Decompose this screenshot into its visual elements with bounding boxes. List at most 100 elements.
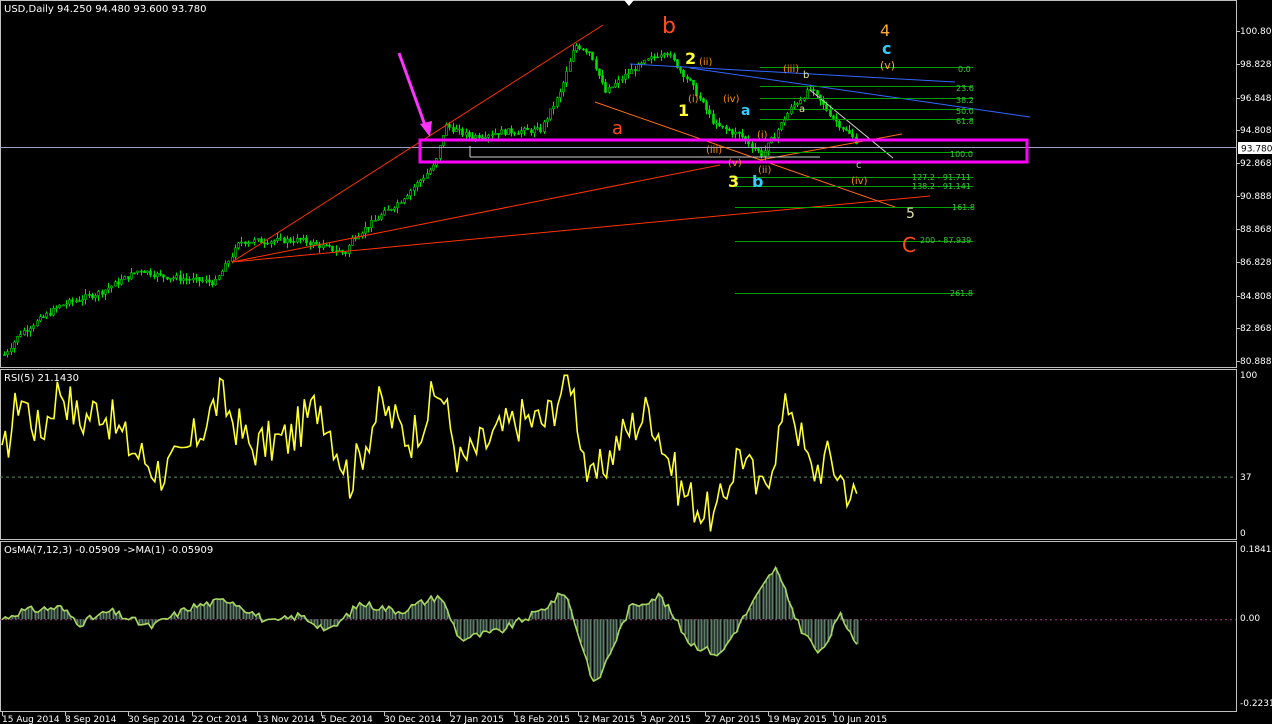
candle-body-16 [55,307,58,309]
candle-body-234 [764,150,767,157]
y-axis-ticks: 100.808 98.828 96.848 94.808 92.868 90.888 88.… [1236,27,1272,709]
candle-body-261 [851,133,854,138]
candle-body-155 [507,128,510,135]
candle-body-192 [627,73,630,75]
candle-body-214 [699,95,702,99]
candle-body-174 [569,61,572,72]
candle-body-5 [19,334,22,337]
candle-body-107 [351,237,354,246]
candle-body-208 [679,67,682,71]
support-highlight-box [418,138,1029,164]
candle-body-118 [387,209,390,211]
candle-body-37 [123,276,126,280]
candle-body-137 [448,124,451,128]
x-tick-label-1: 8 Sep 2014 [65,715,117,724]
candle-body-106 [348,244,351,254]
candle-body-58 [192,277,195,281]
candle-body-52 [172,277,175,280]
candle-body-91 [299,238,302,240]
y-tick-label-0: 100.808 [1240,27,1272,37]
candle-body-210 [686,76,689,80]
candle-body-79 [260,238,263,243]
candle-body-38 [127,276,130,280]
candle-body-4 [16,336,19,343]
candle-body-19 [65,303,68,306]
x-tick-label-5: 5 Dec 2014 [321,715,373,724]
candle-body-14 [49,313,52,316]
candle-body-63 [208,279,211,283]
candle-body-111 [364,227,367,234]
candle-body-66 [218,275,221,280]
candle-body-54 [179,275,182,281]
candle-body-36 [120,279,123,285]
candle-body-171 [559,91,562,98]
candle-body-151 [494,133,497,136]
wave-label-c-red: C [902,233,916,257]
candle-body-77 [253,239,256,243]
candle-body-239 [780,122,783,130]
y-tick-label-9: 82.868 [1240,324,1272,334]
candle-body-201 [656,56,659,59]
candle-body-48 [159,273,162,276]
candle-body-225 [734,131,737,135]
candle-body-68 [224,263,227,272]
candle-body-99 [325,244,328,247]
wave-label-ii-bot: (ii) [758,165,771,176]
osma-tick-label-1: 0.00 [1240,614,1260,624]
candle-body-8 [29,328,32,332]
candle-body-101 [331,245,334,252]
candle-body-199 [650,56,653,60]
rsi-panel-title: RSI(5) 21.1430 [4,373,79,384]
candle-body-69 [227,261,230,264]
candle-body-167 [546,118,549,123]
candle-body-178 [582,48,585,51]
candle-body-72 [237,242,240,249]
fib-label-61: 61.8 [956,117,974,126]
candle-body-157 [513,132,516,135]
candle-body-81 [266,242,269,245]
candle-body-50 [166,276,169,280]
candle-body-83 [273,240,276,242]
fib-label-161: 161.8 [952,203,975,212]
rsi-tick-label-2: 0 [1240,529,1246,539]
wave-label-a-small: a [799,104,805,115]
candle-body-112 [367,227,370,229]
trendline-red-mid [231,164,721,263]
candle-body-147 [481,136,484,139]
y-tick-label-6: 88.868 [1240,225,1272,235]
candle-body-197 [643,59,646,64]
candle-body-89 [292,241,295,243]
candle-body-243 [793,104,796,108]
price-chart[interactable]: 100.808 98.828 96.848 94.808 92.868 90.888 88.… [0,0,1272,724]
x-tick-label-12: 19 May 2015 [768,715,827,724]
candle-body-249 [812,89,815,91]
candle-body-250 [816,90,819,96]
candle-body-183 [598,68,601,76]
candle-body-35 [117,281,120,285]
candle-body-215 [702,98,705,103]
candle-body-198 [647,58,650,61]
chart-overlays [0,0,1236,294]
candle-body-29 [97,291,100,296]
wave-label-c-blue: c [882,39,891,58]
candle-body-260 [848,129,851,134]
candle-body-186 [608,86,611,93]
wave-label-iii-bot: (iii) [706,145,722,156]
candle-body-64 [211,281,214,286]
candle-body-242 [790,106,793,114]
candle-body-247 [806,89,809,99]
candle-body-131 [429,169,432,174]
candle-body-148 [484,136,487,139]
x-axis-ticks: 15 Aug 2014 8 Sep 2014 30 Sep 2014 22 Oct 2… [2,712,887,724]
candle-body-232 [757,148,760,151]
candle-body-24 [81,299,84,302]
osma-series [0,565,1236,683]
candle-body-237 [773,137,776,139]
candle-body-96 [315,241,318,245]
candle-body-182 [595,59,598,70]
candle-body-76 [250,241,253,244]
candle-body-92 [302,237,305,240]
candle-body-128 [419,179,422,183]
candle-body-10 [36,320,39,327]
candle-body-7 [26,330,29,332]
